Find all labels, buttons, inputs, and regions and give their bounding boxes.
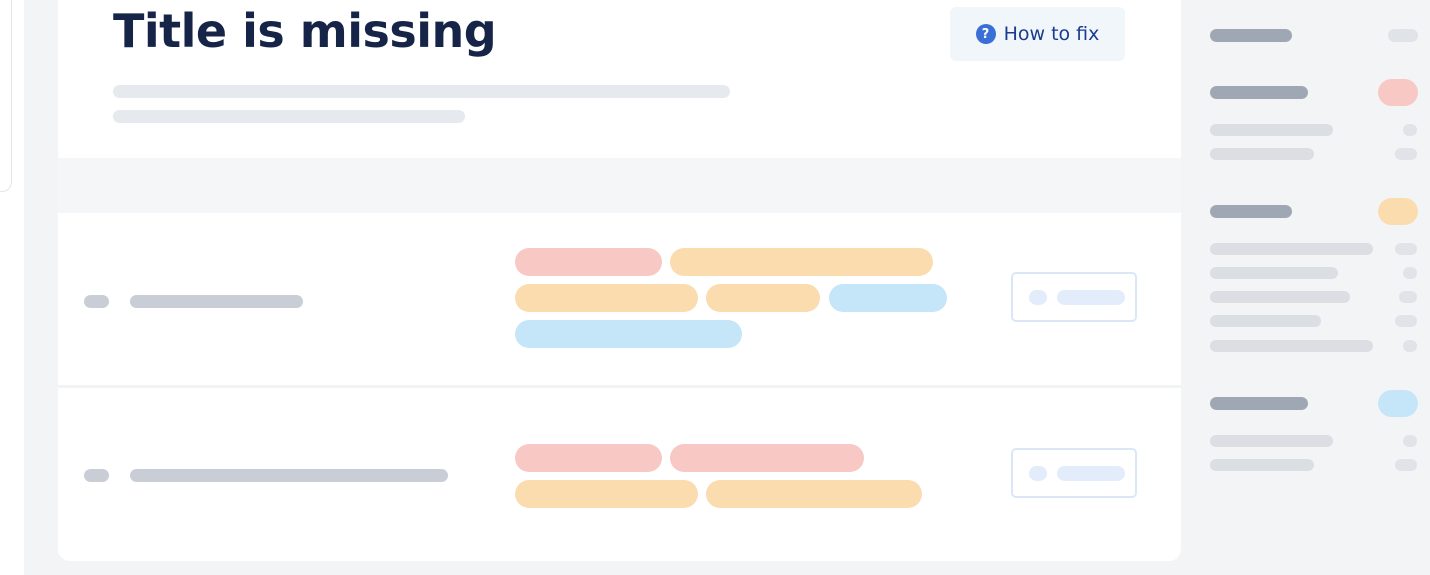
- row-divider: [58, 385, 1181, 388]
- row-url-placeholder: [130, 469, 448, 482]
- action-label-placeholder: [1057, 290, 1125, 305]
- sidebar-item-count: [1403, 124, 1417, 136]
- sidebar-warning-badge: [1378, 198, 1418, 225]
- question-circle-icon: ?: [975, 24, 996, 44]
- action-icon-placeholder: [1029, 290, 1047, 305]
- how-to-fix-label: How to fix: [1003, 23, 1100, 45]
- row-url-placeholder: [130, 295, 303, 308]
- how-to-fix-button[interactable]: ? How to fix: [950, 7, 1125, 61]
- page-title: Title is missing: [113, 4, 497, 58]
- sidebar-group-heading[interactable]: [1210, 397, 1308, 410]
- sidebar-item-count: [1403, 340, 1417, 352]
- sidebar-notice-badge: [1378, 390, 1418, 417]
- sidebar-item-count: [1403, 267, 1417, 279]
- tag-warning: [670, 248, 933, 276]
- sidebar-error-badge: [1378, 79, 1418, 106]
- sidebar-group-heading[interactable]: [1210, 205, 1292, 218]
- tag-notice: [515, 320, 742, 348]
- row-icon-placeholder: [84, 295, 109, 308]
- tag-error: [515, 248, 662, 276]
- sidebar-item-placeholder[interactable]: [1210, 148, 1314, 160]
- sidebar-item-placeholder[interactable]: [1210, 243, 1373, 255]
- sidebar-item-placeholder[interactable]: [1210, 459, 1314, 471]
- sidebar-group-heading[interactable]: [1210, 29, 1292, 42]
- sidebar-count-placeholder: [1388, 29, 1418, 42]
- sidebar-item-count: [1395, 459, 1417, 471]
- action-label-placeholder: [1057, 466, 1125, 481]
- issue-detail-card: Title is missing ? How to fix: [58, 0, 1181, 561]
- tag-warning: [515, 480, 698, 508]
- sidebar-item-placeholder[interactable]: [1210, 435, 1333, 447]
- sidebar-item-count: [1403, 435, 1417, 447]
- tag-warning: [706, 284, 820, 312]
- row-icon-placeholder: [84, 469, 109, 482]
- table-header: [58, 158, 1181, 213]
- tag-warning: [515, 284, 698, 312]
- description-placeholder-line: [113, 110, 465, 123]
- sidebar-item-placeholder[interactable]: [1210, 340, 1373, 352]
- row-action-button[interactable]: [1011, 272, 1137, 322]
- row-action-button[interactable]: [1011, 448, 1137, 498]
- sidebar-item-count: [1395, 315, 1417, 327]
- sidebar-item-count: [1395, 148, 1417, 160]
- sidebar-item-placeholder[interactable]: [1210, 124, 1333, 136]
- sidebar-item-placeholder[interactable]: [1210, 315, 1321, 327]
- sidebar-group-heading[interactable]: [1210, 86, 1308, 99]
- issues-sidebar: [1195, 0, 1430, 575]
- sidebar-item-placeholder[interactable]: [1210, 267, 1338, 279]
- sidebar-item-count: [1399, 291, 1417, 303]
- action-icon-placeholder: [1029, 466, 1047, 481]
- tag-notice: [829, 284, 947, 312]
- tag-error: [515, 444, 662, 472]
- sidebar-item-placeholder[interactable]: [1210, 291, 1350, 303]
- left-panel-edge: [0, 0, 12, 192]
- sidebar-item-count: [1395, 243, 1417, 255]
- description-placeholder-line: [113, 85, 730, 98]
- tag-warning: [706, 480, 922, 508]
- tag-error: [670, 444, 864, 472]
